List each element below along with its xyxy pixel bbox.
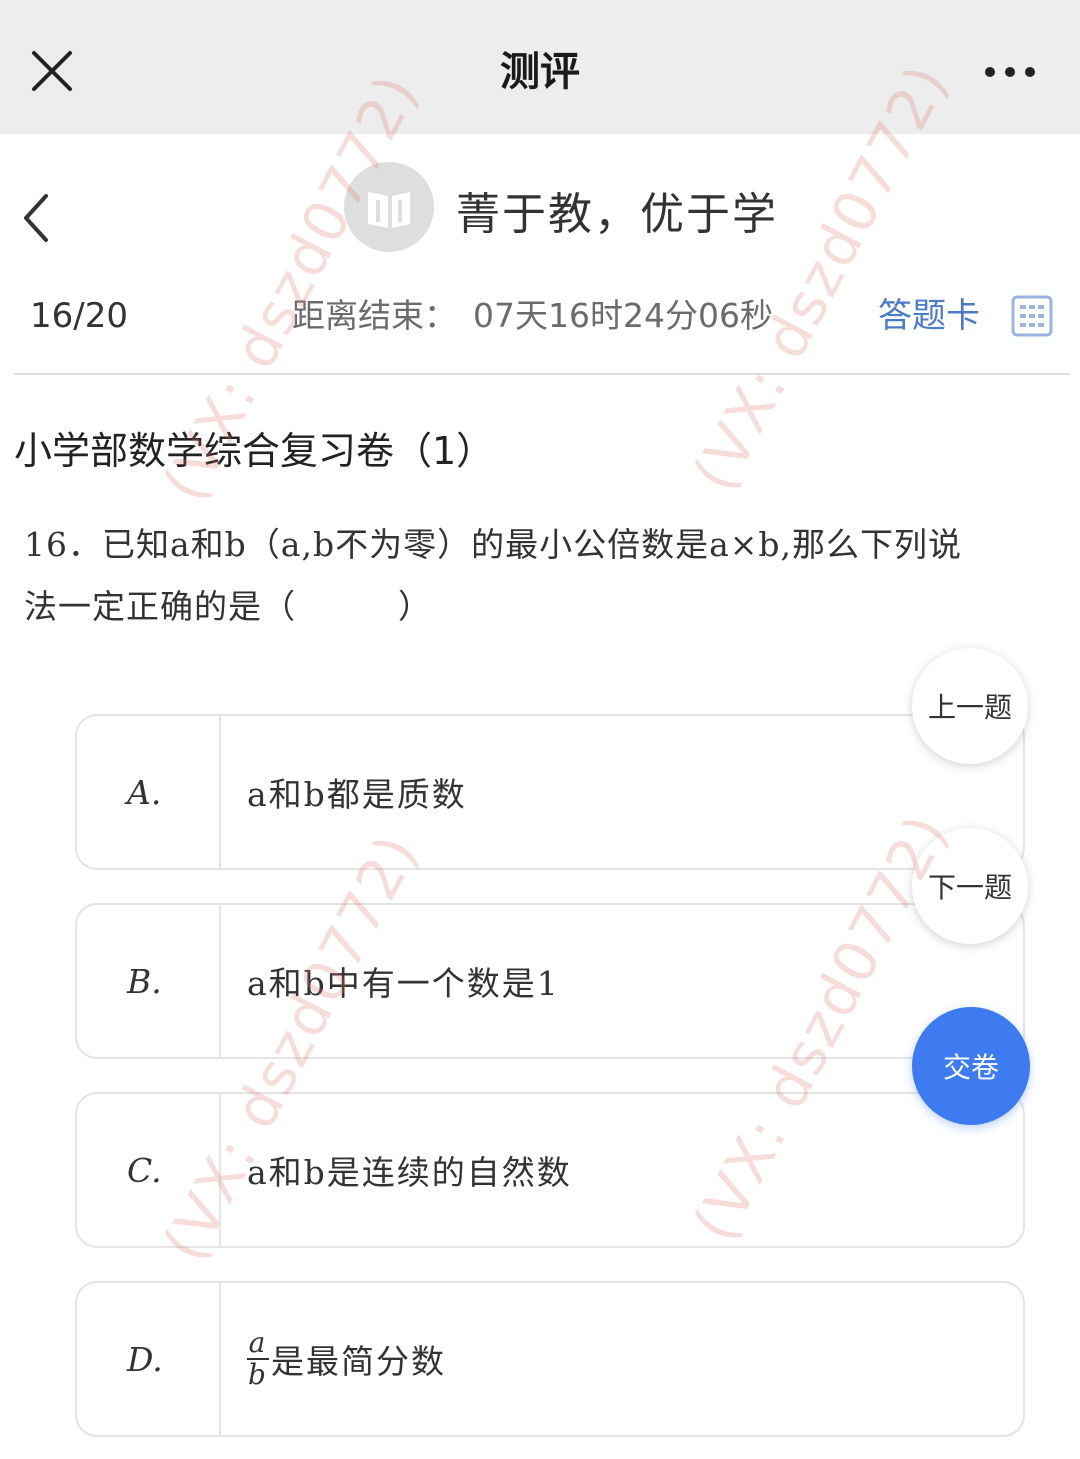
option-separator — [219, 905, 221, 1057]
option-c[interactable]: C. a和b是连续的自然数 — [75, 1092, 1025, 1248]
option-letter: C. — [127, 1150, 162, 1190]
question-line-2: 法一定正确的是（ ） — [24, 587, 432, 626]
option-a[interactable]: A. a和b都是质数 — [75, 714, 1025, 870]
submit-paper-button[interactable]: 交卷 — [912, 1007, 1030, 1125]
book-logo-icon — [344, 162, 434, 252]
fraction-numerator: a — [248, 1326, 268, 1359]
chevron-left-icon[interactable] — [14, 190, 58, 246]
option-b[interactable]: B. a和b中有一个数是1 — [75, 903, 1025, 1059]
option-text: a和b是连续的自然数 — [247, 1153, 572, 1192]
option-letter: A. — [127, 772, 162, 812]
option-separator — [219, 716, 221, 868]
countdown: 距离结束： 07天16时24分06秒 — [292, 294, 773, 338]
countdown-value: 07天16时24分06秒 — [473, 296, 773, 335]
answer-card-link[interactable]: 答题卡 — [878, 292, 980, 340]
page-title: 测评 — [500, 49, 580, 95]
prev-question-button[interactable]: 上一题 — [912, 648, 1028, 764]
option-text: a b 是最简分数 — [247, 1283, 446, 1435]
fraction: a b — [247, 1328, 269, 1390]
option-letter: B. — [127, 961, 162, 1001]
grid-icon[interactable] — [1011, 295, 1053, 337]
title-bar: 测评 — [0, 0, 1080, 134]
next-question-button[interactable]: 下一题 — [912, 828, 1028, 944]
question-line-1: 16．已知a和b（a,b不为零）的最小公倍数是a×b,那么下列说 — [24, 525, 963, 564]
divider — [14, 373, 1070, 375]
question-progress: 16/20 — [30, 296, 128, 336]
countdown-label: 距离结束： — [292, 296, 457, 335]
paper-title: 小学部数学综合复习卷（1） — [14, 429, 495, 473]
option-text: a和b都是质数 — [247, 775, 467, 814]
brand-slogan: 菁于教，优于学 — [456, 189, 778, 240]
fraction-denominator: b — [248, 1358, 268, 1391]
option-text: a和b中有一个数是1 — [247, 964, 560, 1003]
option-d-text: 是最简分数 — [271, 1342, 446, 1381]
question-text: 16．已知a和b（a,b不为零）的最小公倍数是a×b,那么下列说 法一定正确的是… — [24, 514, 1068, 638]
option-letter: D. — [127, 1339, 163, 1379]
option-separator — [219, 1094, 221, 1246]
option-d[interactable]: D. a b 是最简分数 — [75, 1281, 1025, 1437]
more-dots-icon[interactable] — [982, 58, 1038, 86]
option-separator — [219, 1283, 221, 1435]
